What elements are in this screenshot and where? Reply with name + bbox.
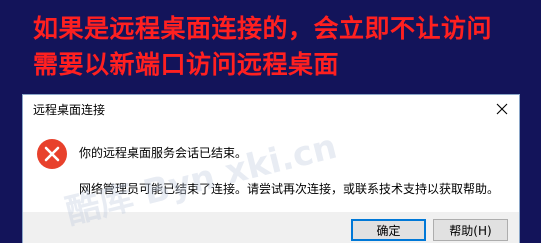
- dialog-footer: 确定 帮助(H): [23, 212, 519, 243]
- ok-button[interactable]: 确定: [351, 219, 426, 241]
- dialog-titlebar: 远程桌面连接: [23, 95, 519, 123]
- error-icon: [37, 139, 67, 169]
- annotation-line-1: 如果是远程桌面连接的，会立即不让访问: [33, 14, 493, 43]
- remote-desktop-dialog: 远程桌面连接 你的远程桌面服务会话已结束。 网络管理员可能已结束了连接。请尝试再…: [22, 94, 520, 243]
- close-button[interactable]: [485, 95, 519, 123]
- close-icon: [496, 103, 508, 115]
- dialog-title: 远程桌面连接: [33, 103, 106, 117]
- secondary-message: 网络管理员可能已结束了连接。请尝试再次连接，或联系技术支持以获取帮助。: [79, 182, 500, 196]
- dialog-body: 你的远程桌面服务会话已结束。 网络管理员可能已结束了连接。请尝试再次连接，或联系…: [23, 123, 519, 212]
- primary-message: 你的远程桌面服务会话已结束。: [79, 146, 248, 160]
- help-button[interactable]: 帮助(H): [433, 219, 508, 241]
- annotation-line-2: 需要以新端口访问远程桌面: [33, 50, 340, 79]
